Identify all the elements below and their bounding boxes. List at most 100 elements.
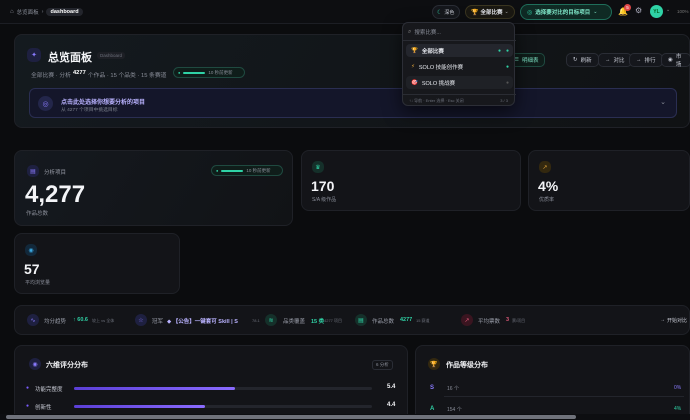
stat-card-sa: ♛ 170 S/A 级作品 <box>301 150 521 211</box>
compare-button[interactable]: → 对比 <box>598 53 632 67</box>
update-status: ● 10 秒前更新 <box>173 67 245 78</box>
stat-value: 170 <box>311 178 335 194</box>
breadcrumb-current: dashboard <box>46 8 83 16</box>
stat-caption: S/A 级作品 <box>312 197 337 203</box>
search-icon: ⌕ <box>408 28 412 35</box>
database-icon: ▤ <box>27 165 39 177</box>
live-dot-icon: ● <box>216 168 219 173</box>
dropdown-count: 3 / 3 <box>500 98 508 103</box>
update-status: ● 10 秒前更新 <box>211 165 283 176</box>
dropdown-item-skill[interactable]: ⚡ SOLO 技能创作赛 ● <box>406 60 513 73</box>
page-title: 总览面板 <box>48 52 92 64</box>
metric-value: 4277 <box>400 317 413 323</box>
activity-icon: ∿ <box>27 314 39 326</box>
metric-value: 15 类 <box>311 319 325 325</box>
start-compare-link[interactable]: → 开始对比 <box>660 317 687 324</box>
home-icon[interactable]: ⌂ <box>10 9 14 15</box>
dimension-value: 4.4 <box>387 402 396 408</box>
grade-percent: 0% <box>674 385 682 391</box>
chevron-down-icon: ⌄ <box>660 99 666 106</box>
update-text: 10 秒前更新 <box>246 167 271 173</box>
dropdown-search[interactable]: ⌕ 搜索比赛... <box>408 28 441 37</box>
metric-label: 品类覆盖 <box>283 319 306 325</box>
star-icon: ☆ <box>135 314 147 326</box>
dropdown-item-challenge[interactable]: 🎯 SOLO 挑战赛 ● <box>406 76 513 89</box>
metric-label: 平均票数 <box>478 319 501 325</box>
subtitle-count: 4277 <box>72 70 86 76</box>
scrollbar-thumb[interactable] <box>6 415 576 419</box>
stat-caption: 平均浏览量 <box>25 280 51 286</box>
page-subtitle: 全部比赛 · 分析 4277 个作品 · 15 个品类 · 15 条赛道 <box>31 70 166 79</box>
stat-value: 4,277 <box>25 181 86 208</box>
six-dimension-card: ◉ 六维评分分布 6 分析 ● 功能完整度 5.4 ● 创新性 4.4 <box>14 345 408 420</box>
bolt-icon: ⚡ <box>411 63 415 70</box>
notification-badge: 5 <box>624 4 631 11</box>
dropdown-item-all[interactable]: 🏆 全部比赛 ● ● <box>406 44 513 57</box>
refresh-button[interactable]: ↻ 刷新 <box>566 53 599 67</box>
selected-dot-icon: ● <box>497 47 501 54</box>
gear-icon[interactable]: ⚙ <box>635 6 642 15</box>
database-icon: ▤ <box>355 314 367 326</box>
award-icon: ♛ <box>312 161 324 173</box>
breadcrumb-home[interactable]: 总览面板 <box>17 8 39 16</box>
metric-label: 均分趋势 <box>44 319 67 325</box>
section-title: 作品等级分布 <box>446 362 488 369</box>
target-icon: 🎯 <box>411 79 418 86</box>
trophy-icon: 🏆 <box>471 9 479 16</box>
divider <box>403 40 516 41</box>
radar-icon: ◉ <box>29 358 41 370</box>
button-label: 对比 <box>613 58 625 64</box>
ranking-button[interactable]: → 排行 <box>629 53 663 67</box>
metric-sub: 4277 项目 <box>324 318 343 323</box>
metric-sub: 票/项目 <box>512 318 526 323</box>
metric-sub: 较上 vs 全体 <box>92 318 115 323</box>
layers-icon: ≋ <box>265 314 277 326</box>
avatar[interactable]: YL <box>650 5 663 18</box>
grade-letter: S <box>430 385 435 391</box>
zoom-level: 100% <box>677 9 689 14</box>
link-label: 开始对比 <box>667 318 688 324</box>
dimension-bar <box>74 405 372 408</box>
breadcrumb-separator: › <box>41 9 44 15</box>
status-dot-icon: ● <box>505 63 509 70</box>
market-button[interactable]: ◉ 市场 <box>661 53 690 68</box>
dropdown-search-input[interactable]: 搜索比赛... <box>414 28 441 36</box>
trending-up-icon: ↗ <box>539 161 551 173</box>
stat-card-views: ◉ 57 平均浏览量 <box>14 233 180 294</box>
trending-up-icon: ↗ <box>461 314 473 326</box>
dot-icon: ● <box>26 403 30 409</box>
competition-select[interactable]: 🏆 全部比赛 ⌄ <box>465 5 515 19</box>
stat-card-rate: ↗ 4% 优质率 <box>528 150 690 211</box>
subtitle-suffix: 个作品 · 15 个品类 · 15 条赛道 <box>87 73 167 79</box>
stat-label: 分析项目 <box>44 170 67 176</box>
chevron-down-icon: ⌄ <box>504 9 509 15</box>
dropdown-item-label: SOLO 技能创作赛 <box>418 64 464 71</box>
arrow-right-icon: → <box>605 57 611 63</box>
metric-strip: ∿ 均分趋势 ↑ 60.6 较上 vs 全体 ☆ 冠军 ◆ 【公告】一键套可 S… <box>14 305 690 335</box>
section-badge: 6 分析 <box>372 360 393 370</box>
target-project-select[interactable]: ◎ 选择要对比的目标项目 ⌄ <box>520 4 612 20</box>
selected-dot-icon: ● <box>505 47 509 54</box>
grade-count: 16 个 <box>447 386 459 392</box>
theme-label: 深色 <box>444 9 455 16</box>
target-select-label: 选择要对比的目标项目 <box>535 10 591 16</box>
target-icon: ◎ <box>527 9 533 16</box>
theme-toggle[interactable]: ☾ 深色 <box>432 5 460 19</box>
grade-count: 154 个 <box>447 407 462 413</box>
metric-sub: 15 赛道 <box>416 318 430 323</box>
button-label: 明细表 <box>521 58 539 64</box>
stat-card-analyzed: ▤ 分析项目 ● 10 秒前更新 4,277 作品总数 <box>14 150 293 226</box>
competition-dropdown: ⌕ 搜索比赛... 🏆 全部比赛 ● ● ⚡ SOLO 技能创作赛 ● 🎯 SO… <box>402 22 516 106</box>
status-dot-icon: ● <box>505 79 509 86</box>
competition-select-label: 全部比赛 <box>480 10 503 16</box>
dot-icon: ● <box>26 385 30 391</box>
subtitle-prefix: 全部比赛 · 分析 <box>31 73 71 79</box>
metric-label: 作品总数 <box>372 319 395 325</box>
grade-letter: A <box>430 406 435 412</box>
button-label: 排行 <box>644 58 656 64</box>
horizontal-scrollbar[interactable] <box>0 414 690 420</box>
project-picker[interactable]: ◎ 点击此处选择你想要分析的项目 从 4277 个项目中挑选目标 ⌄ <box>29 88 677 118</box>
grade-divider <box>444 396 684 397</box>
avatar-chevron-icon[interactable]: ⌄ <box>666 7 670 13</box>
stat-caption: 作品总数 <box>26 211 49 217</box>
